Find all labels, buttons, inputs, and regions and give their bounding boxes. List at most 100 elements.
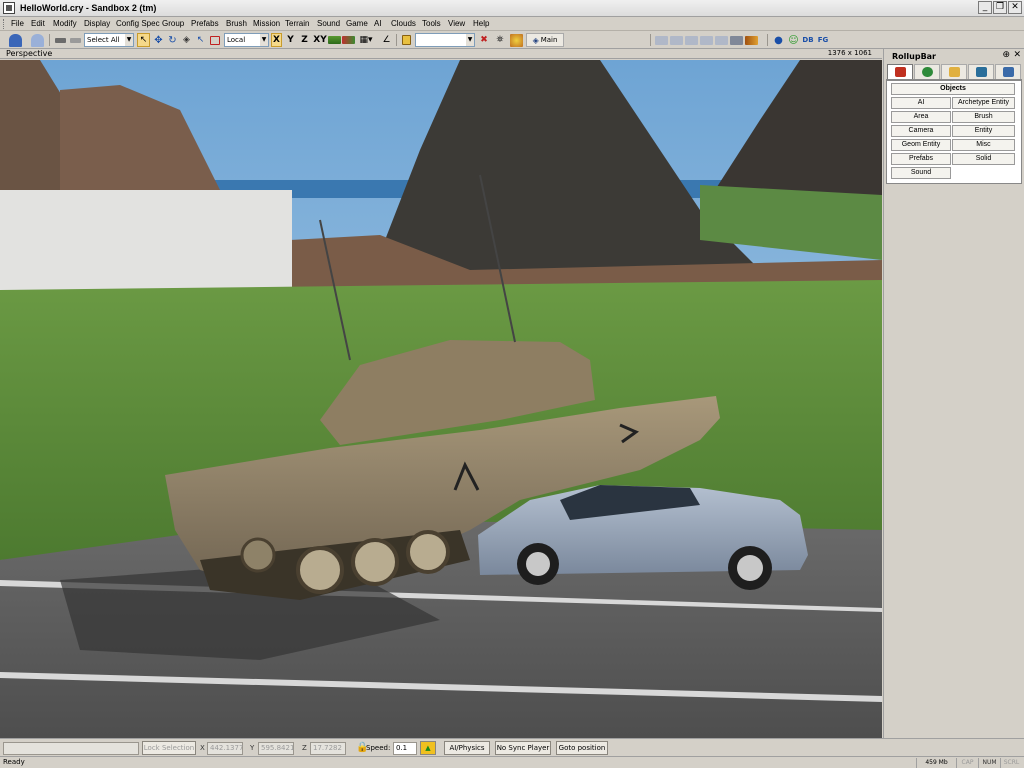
z-coordinate-field[interactable]: 17.7282 — [310, 742, 346, 755]
object-brush-button[interactable]: Brush — [952, 111, 1015, 123]
no-sync-player-button[interactable]: No Sync Player — [495, 741, 551, 755]
object-prefabs-button[interactable]: Prefabs — [891, 153, 951, 165]
minimize-button[interactable]: _ — [978, 1, 992, 14]
tab-terrain[interactable] — [914, 64, 940, 79]
menu-config-spec[interactable]: Config Spec — [116, 19, 160, 28]
menu-view[interactable]: View — [448, 19, 465, 28]
material-button[interactable] — [509, 33, 523, 47]
lock-selection-button[interactable]: Lock Selection — [142, 741, 196, 755]
axis-z-button[interactable]: Z — [299, 33, 310, 47]
perspective-viewport[interactable] — [0, 60, 882, 738]
view-button-6[interactable] — [730, 33, 743, 47]
close-icon[interactable]: ✕ — [1013, 50, 1021, 60]
globe-button[interactable]: ● — [772, 33, 785, 47]
selection-filter-combo[interactable]: Select All ▼ — [84, 33, 134, 47]
speed-spinner-button[interactable]: ▲ — [420, 741, 436, 755]
close-button[interactable]: ✕ — [1008, 1, 1022, 14]
move-tool-button[interactable]: ✥ — [152, 33, 165, 47]
layers-icon — [1003, 67, 1014, 77]
view-button-1[interactable] — [655, 33, 668, 47]
object-camera-button[interactable]: Camera — [891, 125, 951, 137]
menu-mission[interactable]: Mission — [253, 19, 280, 28]
undo-button[interactable] — [6, 33, 24, 47]
rotate-tool-button[interactable]: ↻ — [166, 33, 179, 47]
menu-game[interactable]: Game — [346, 19, 368, 28]
viewport-label[interactable]: Perspective — [6, 49, 52, 58]
axis-xy-button[interactable]: XY — [313, 33, 327, 47]
named-selection-button[interactable] — [400, 33, 413, 47]
menu-help[interactable]: Help — [473, 19, 489, 28]
angle-snap-button[interactable]: ∠ — [380, 33, 393, 47]
axis-x-button[interactable]: X — [271, 33, 282, 47]
menu-display[interactable]: Display — [84, 19, 110, 28]
menu-ai[interactable]: AI — [374, 19, 382, 28]
layer-button[interactable]: ◈ Main — [526, 33, 564, 47]
select-tool-button[interactable]: ↖ — [137, 33, 150, 47]
y-coordinate-field[interactable]: 595.8421 — [258, 742, 294, 755]
select-mode-button[interactable]: ↖ — [194, 33, 207, 47]
menu-clouds[interactable]: Clouds — [391, 19, 416, 28]
ai-physics-button[interactable]: AI/Physics — [444, 741, 490, 755]
maximize-button[interactable]: ❐ — [993, 1, 1007, 14]
window-title: HelloWorld.cry - Sandbox 2 (tm) — [20, 3, 157, 13]
flowgraph-button[interactable]: FG — [816, 33, 830, 47]
view-button-3[interactable] — [685, 33, 698, 47]
object-geom-entity-button[interactable]: Geom Entity — [891, 139, 951, 151]
unlink-button[interactable] — [68, 33, 82, 47]
layers-icon: ◈ — [532, 35, 539, 45]
tab-objects[interactable] — [887, 64, 913, 79]
menu-modify[interactable]: Modify — [53, 19, 77, 28]
objects-panel: Objects AI Archetype Entity Area Brush C… — [886, 80, 1022, 184]
object-solid-button[interactable]: Solid — [952, 153, 1015, 165]
viewport-header: Perspective 1376 x 1061 — [0, 49, 882, 59]
tab-modify[interactable] — [941, 64, 967, 79]
object-area-button[interactable]: Area — [891, 111, 951, 123]
menu-group[interactable]: Group — [162, 19, 184, 28]
database-button[interactable]: DB — [801, 33, 815, 47]
menu-grip[interactable] — [3, 19, 6, 29]
tab-layers[interactable] — [995, 64, 1021, 79]
menu-prefabs[interactable]: Prefabs — [191, 19, 219, 28]
pin-icon[interactable]: ⊕ — [1002, 50, 1010, 60]
view-button-4[interactable] — [700, 33, 713, 47]
reference-coord-combo[interactable]: Local ▼ — [224, 33, 269, 47]
objects-header-button[interactable]: Objects — [891, 83, 1015, 95]
terrain-snap-button[interactable] — [328, 33, 341, 47]
named-selection-combo[interactable]: ▼ — [415, 33, 475, 47]
viewport-resolution: 1376 x 1061 — [827, 49, 872, 57]
view-button-2[interactable] — [670, 33, 683, 47]
menu-file[interactable]: File — [11, 19, 24, 28]
menu-terrain[interactable]: Terrain — [285, 19, 309, 28]
scale-tool-button[interactable]: ◈ — [180, 33, 193, 47]
redo-button[interactable] — [28, 33, 46, 47]
tab-display[interactable] — [968, 64, 994, 79]
rollup-tabs — [886, 63, 1022, 80]
select-objects-icon: ⛯ — [496, 35, 504, 45]
goto-position-button[interactable]: Goto position — [556, 741, 608, 755]
x-coordinate-field[interactable]: 442.1377 — [207, 742, 243, 755]
object-archetype-entity-button[interactable]: Archetype Entity — [952, 97, 1015, 109]
menu-tools[interactable]: Tools — [422, 19, 441, 28]
object-misc-button[interactable]: Misc — [952, 139, 1015, 151]
view-button-7[interactable] — [745, 33, 758, 47]
axis-y-button[interactable]: Y — [285, 33, 296, 47]
unlink-icon — [69, 37, 81, 43]
menu-brush[interactable]: Brush — [226, 19, 247, 28]
menu-sound[interactable]: Sound — [317, 19, 340, 28]
object-sound-button[interactable]: Sound — [891, 167, 951, 179]
globe-icon: ● — [774, 34, 783, 46]
ai-button[interactable]: ☺ — [787, 33, 800, 47]
select-objects-button[interactable]: ⛯ — [493, 33, 507, 47]
grid-button[interactable]: ▦▾ — [357, 33, 375, 47]
view-button-5[interactable] — [715, 33, 728, 47]
menu-edit[interactable]: Edit — [31, 19, 45, 28]
object-ai-button[interactable]: AI — [891, 97, 951, 109]
object-entity-button[interactable]: Entity — [952, 125, 1015, 137]
align-grid-button[interactable] — [342, 33, 355, 47]
terrain-select-button[interactable] — [208, 33, 221, 47]
link-button[interactable] — [53, 33, 67, 47]
speed-field[interactable]: 0.1 — [393, 742, 417, 755]
menu-bar: File Edit Modify Display Config Spec Gro… — [0, 17, 1024, 31]
selection-name-field[interactable] — [3, 742, 139, 755]
delete-selection-button[interactable]: ✖ — [477, 33, 491, 47]
